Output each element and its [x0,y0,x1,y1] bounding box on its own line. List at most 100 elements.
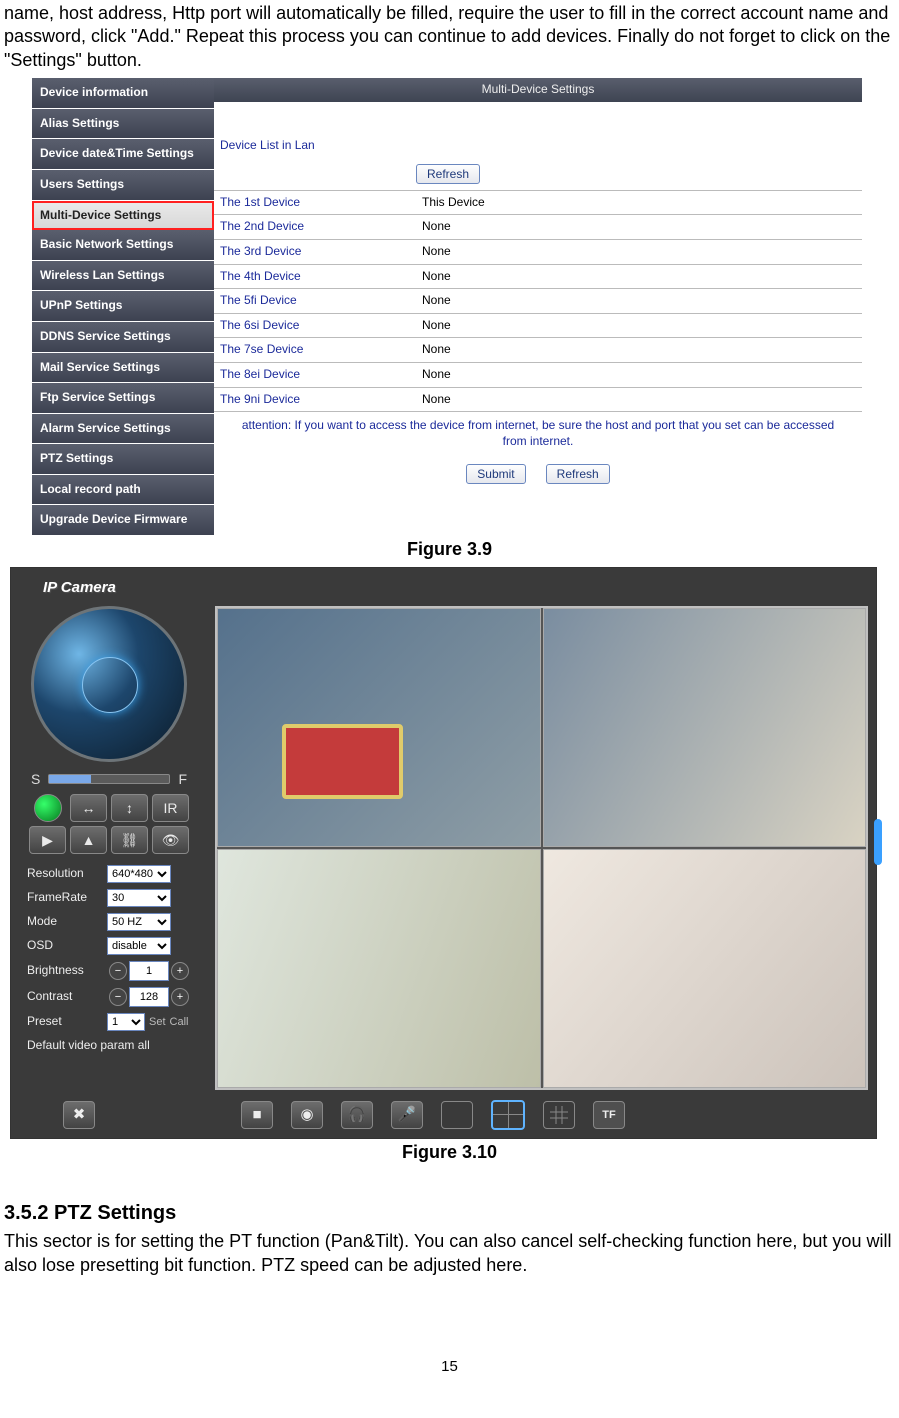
figure-3-10-caption: Figure 3.10 [4,1141,895,1164]
device-slot-label[interactable]: The 9ni Device [214,387,416,412]
device-slot-value: None [416,239,862,264]
device-slot-label[interactable]: The 6si Device [214,313,416,338]
audio-icon[interactable]: 🎧 [341,1101,373,1129]
section-body: This sector is for setting the PT functi… [4,1230,895,1277]
figure-3-9: Device information Alias Settings Device… [32,78,862,536]
nav-ftp-service-settings[interactable]: Ftp Service Settings [32,383,214,414]
link-icon[interactable]: ⛓ [111,826,148,854]
nav-ddns-service-settings[interactable]: DDNS Service Settings [32,322,214,353]
contrast-plus-icon[interactable]: + [171,988,189,1006]
table-row: The 5fi DeviceNone [214,289,862,314]
nav-multi-device-settings[interactable]: Multi-Device Settings [32,201,214,231]
device-slot-label[interactable]: The 2nd Device [214,215,416,240]
nav-ptz-settings[interactable]: PTZ Settings [32,444,214,475]
nav-alarm-service-settings[interactable]: Alarm Service Settings [32,414,214,445]
intro-paragraph: name, host address, Http port will autom… [4,2,895,72]
osd-select[interactable]: disable [107,937,171,955]
label-resolution: Resolution [27,866,107,882]
nav-local-record-path[interactable]: Local record path [32,475,214,506]
table-row: The 1st DeviceThis Device [214,191,862,215]
table-row: The 9ni DeviceNone [214,387,862,412]
table-row: The 7se DeviceNone [214,338,862,363]
label-mode: Mode [27,914,107,930]
contrast-input[interactable] [129,987,169,1007]
device-slot-label[interactable]: The 5fi Device [214,289,416,314]
video-multiview: DONNY &MARIE [215,606,868,1090]
brightness-minus-icon[interactable]: − [109,962,127,980]
record-indicator-icon[interactable] [34,794,62,822]
device-table: The 1st DeviceThis Device The 2nd Device… [214,191,862,412]
nav-upnp-settings[interactable]: UPnP Settings [32,291,214,322]
settings-nav: Device information Alias Settings Device… [32,78,214,536]
ir-toggle-icon[interactable]: IR [152,794,189,822]
pan-vertical-icon[interactable]: ↕ [111,794,148,822]
speed-slider[interactable] [48,774,170,784]
layout-2x2-icon[interactable] [491,1100,525,1130]
ptz-direction-wheel[interactable] [31,606,187,762]
flip-vertical-icon[interactable]: ▲ [70,826,107,854]
table-row: The 2nd DeviceNone [214,215,862,240]
pane1-sign-text: DONNY &MARIE [292,772,382,784]
control-panel: S F ↔ ↕ IR ▶ ▲ ⛓ 👁 Resolution 640*480 Fr… [19,606,199,1090]
device-slot-label[interactable]: The 1st Device [214,191,416,215]
record-icon[interactable]: ■ [241,1101,273,1129]
preset-call-button[interactable]: Call [170,1015,189,1029]
page-number: 15 [4,1357,895,1377]
framerate-select[interactable]: 30 [107,889,171,907]
mode-select[interactable]: 50 HZ [107,913,171,931]
preset-set-button[interactable]: Set [149,1015,166,1029]
device-slot-label[interactable]: The 3rd Device [214,239,416,264]
preset-select[interactable]: 1 [107,1013,145,1031]
contrast-minus-icon[interactable]: − [109,988,127,1006]
nav-mail-service-settings[interactable]: Mail Service Settings [32,353,214,384]
resolution-select[interactable]: 640*480 [107,865,171,883]
video-pane-3[interactable] [217,849,541,1088]
nav-alias-settings[interactable]: Alias Settings [32,109,214,140]
table-row: The 4th DeviceNone [214,264,862,289]
pan-horizontal-icon[interactable]: ↔ [70,794,107,822]
nav-basic-network-settings[interactable]: Basic Network Settings [32,230,214,261]
tools-icon[interactable]: ✖ [63,1101,95,1129]
tf-card-icon[interactable]: TF [593,1101,625,1129]
device-slot-value: This Device [416,191,862,215]
device-slot-label[interactable]: The 4th Device [214,264,416,289]
video-pane-4[interactable] [543,849,867,1088]
device-slot-value: None [416,215,862,240]
nav-wireless-lan-settings[interactable]: Wireless Lan Settings [32,261,214,292]
layout-3x3-icon[interactable] [543,1101,575,1129]
snapshot-icon[interactable]: ◉ [291,1101,323,1129]
multi-device-panel: Multi-Device Settings Device List in Lan… [214,78,862,536]
device-slot-label[interactable]: The 7se Device [214,338,416,363]
nav-device-information[interactable]: Device information [32,78,214,109]
nav-device-date-time[interactable]: Device date&Time Settings [32,139,214,170]
section-heading: 3.5.2 PTZ Settings [4,1200,895,1226]
device-slot-value: None [416,362,862,387]
play-icon[interactable]: ▶ [29,826,66,854]
label-osd: OSD [27,938,107,954]
device-slot-value: None [416,313,862,338]
refresh-button-bottom[interactable]: Refresh [546,464,610,484]
bottom-toolbar: ✖ ■ ◉ 🎧 🎤 TF [19,1098,868,1130]
device-slot-label[interactable]: The 8ei Device [214,362,416,387]
video-pane-2[interactable] [543,608,867,847]
nav-users-settings[interactable]: Users Settings [32,170,214,201]
default-video-param-link[interactable]: Default video param all [19,1034,199,1058]
view-icon[interactable]: 👁 [152,826,189,854]
label-preset: Preset [27,1014,107,1030]
mic-icon[interactable]: 🎤 [391,1101,423,1129]
scrollbar-thumb[interactable] [874,819,882,865]
table-row: The 8ei DeviceNone [214,362,862,387]
refresh-button-top[interactable]: Refresh [416,164,480,184]
nav-upgrade-device-firmware[interactable]: Upgrade Device Firmware [32,505,214,536]
ip-camera-title: IP Camera [43,578,868,598]
label-contrast: Contrast [27,989,107,1005]
brightness-input[interactable] [129,961,169,981]
brightness-plus-icon[interactable]: + [171,962,189,980]
video-pane-1[interactable]: DONNY &MARIE [217,608,541,847]
figure-3-10: IP Camera S F ↔ ↕ IR ▶ ▲ ⛓ 👁 Resolution … [10,567,877,1139]
layout-1x1-icon[interactable] [441,1101,473,1129]
device-slot-value: None [416,338,862,363]
submit-button[interactable]: Submit [466,464,525,484]
device-slot-value: None [416,387,862,412]
panel-title: Multi-Device Settings [214,78,862,102]
